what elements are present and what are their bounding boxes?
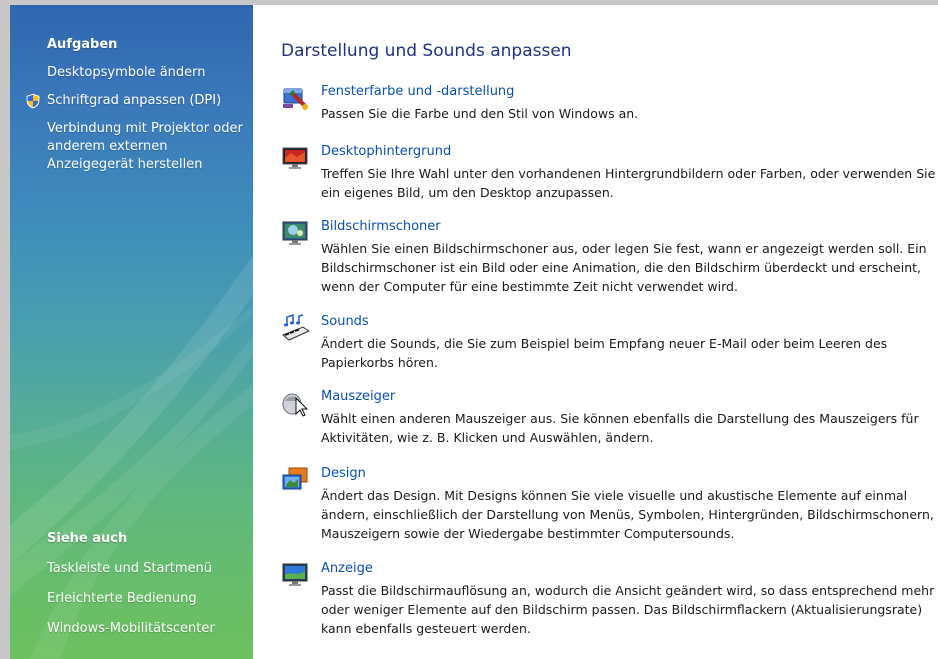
window-color-icon — [283, 88, 308, 110]
task-description: Passen Sie die Farbe und den Stil von Wi… — [321, 106, 639, 121]
task-link-label: Verbindung mit Projektor oder anderem ex… — [47, 121, 243, 172]
tasks-section: Aufgaben Desktopsymbole ändern Schriftgr… — [10, 36, 253, 174]
see-also-link-label: Taskleiste und Startmenü — [47, 561, 213, 576]
task-description: Treffen Sie Ihre Wahl unter den vorhande… — [321, 166, 936, 200]
screensaver-icon — [282, 221, 308, 245]
task-description: Wählen Sie einen Bildschirmschoner aus, … — [321, 241, 927, 294]
see-also-section: Siehe auch Taskleiste und Startmenü Erle… — [10, 530, 253, 638]
sounds-icon — [282, 313, 311, 341]
screensaver-link[interactable]: Bildschirmschoner — [321, 218, 441, 235]
see-also-link-label: Erleichterte Bedienung — [47, 591, 197, 606]
see-also-link-taskbar[interactable]: Taskleiste und Startmenü — [47, 560, 247, 578]
see-also-link-accessibility[interactable]: Erleichterte Bedienung — [47, 590, 247, 608]
page-title: Darstellung und Sounds anpassen — [281, 41, 572, 61]
task-description: Ändert die Sounds, die Sie zum Beispiel … — [321, 336, 888, 370]
see-also-link-mobility-center[interactable]: Windows-Mobilitätscenter — [47, 620, 247, 638]
task-sidebar: Aufgaben Desktopsymbole ändern Schriftgr… — [10, 5, 253, 659]
task-link-label: Schriftgrad anpassen (DPI) — [47, 93, 222, 108]
task-description: Wählt einen anderen Mauszeiger aus. Sie … — [321, 411, 919, 445]
window-color-link[interactable]: Fensterfarbe und -darstellung — [321, 83, 514, 100]
task-link-projector[interactable]: Verbindung mit Projektor oder anderem ex… — [47, 120, 247, 174]
tasks-heading: Aufgaben — [47, 37, 118, 52]
window-left-edge — [0, 5, 10, 659]
desktop-background-icon — [282, 147, 308, 169]
see-also-heading: Siehe auch — [47, 531, 128, 546]
task-link-label: Desktopsymbole ändern — [47, 65, 206, 80]
design-link[interactable]: Design — [321, 465, 366, 482]
see-also-link-label: Windows-Mobilitätscenter — [47, 621, 215, 636]
task-link-dpi[interactable]: Schriftgrad anpassen (DPI) — [26, 92, 247, 110]
sounds-link[interactable]: Sounds — [321, 313, 369, 330]
shield-icon — [26, 93, 40, 109]
desktop-background-link[interactable]: Desktophintergrund — [321, 143, 451, 160]
theme-icon — [282, 467, 308, 490]
task-description: Passt die Bildschirmauflösung an, wodurc… — [321, 583, 935, 636]
display-link[interactable]: Anzeige — [321, 560, 373, 577]
main-panel: Darstellung und Sounds anpassen Fensterf… — [253, 5, 938, 659]
display-icon — [282, 563, 308, 586]
mouse-pointer-icon — [282, 393, 309, 417]
mouse-pointer-link[interactable]: Mauszeiger — [321, 388, 395, 405]
task-description: Ändert das Design. Mit Designs können Si… — [321, 488, 934, 541]
task-link-desktop-icons[interactable]: Desktopsymbole ändern — [47, 64, 247, 82]
